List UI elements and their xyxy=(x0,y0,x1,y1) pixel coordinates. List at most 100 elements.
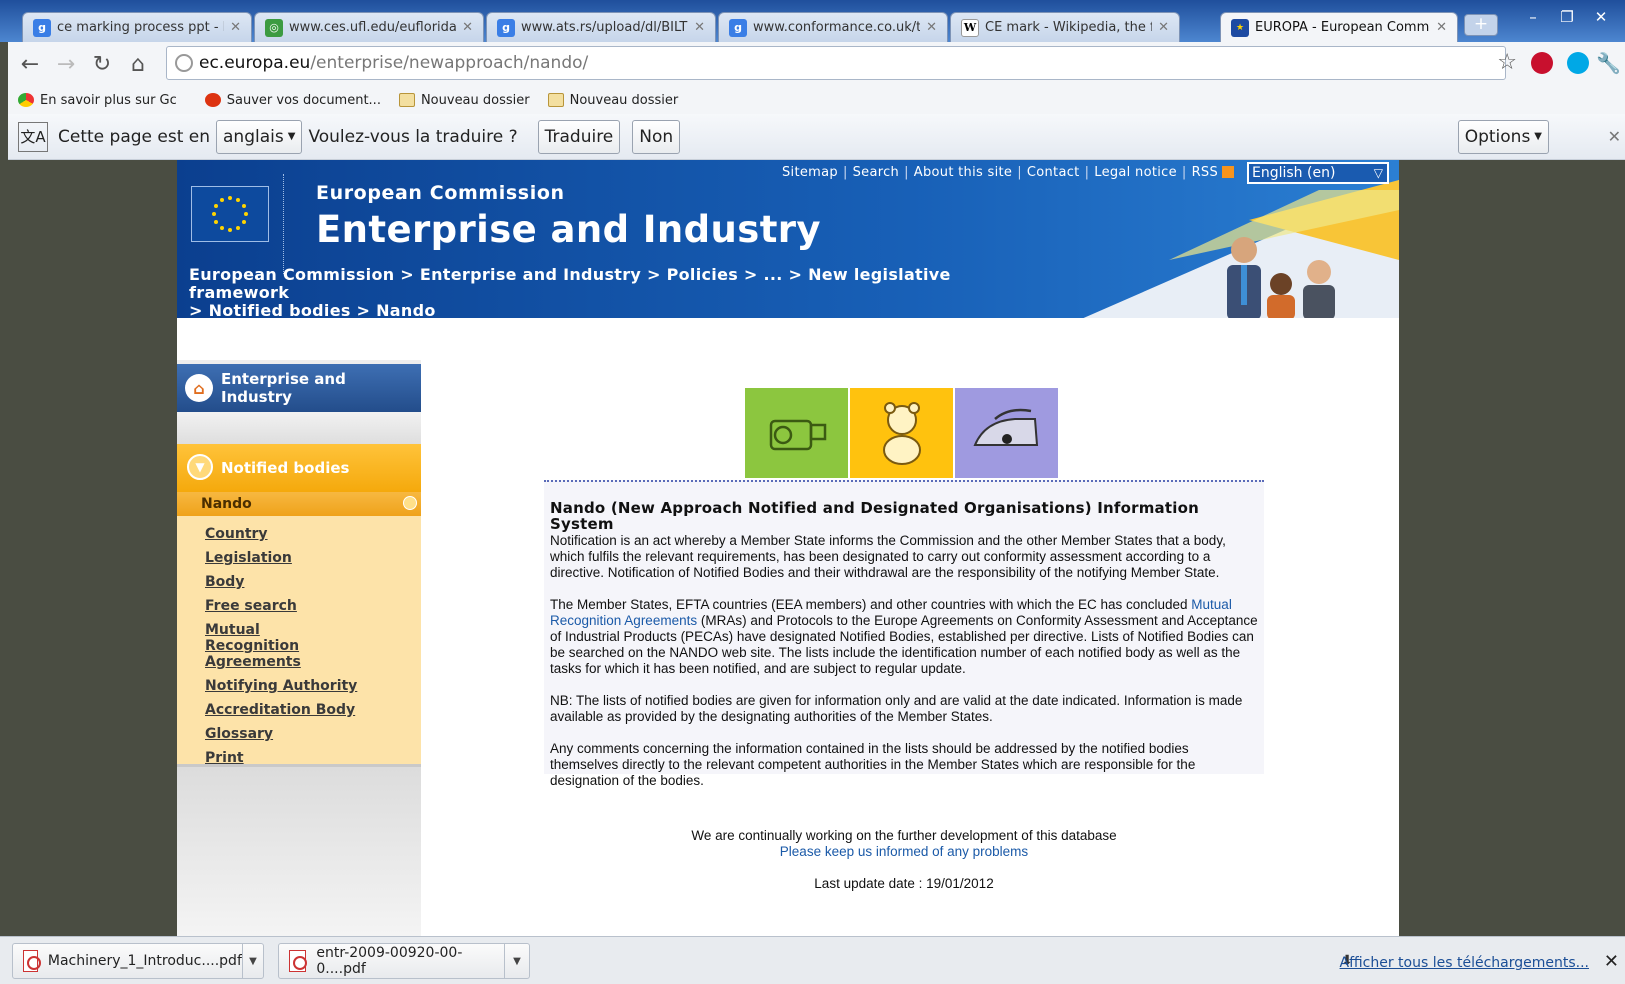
site-banner: Sitemap | Search | About this site | Contac… xyxy=(177,160,1399,318)
banner-divider xyxy=(283,174,284,274)
translate-button[interactable]: Traduire xyxy=(537,119,621,154)
section-bullet-icon: ▼ xyxy=(187,454,213,480)
sidebar-section-notified-bodies[interactable]: ▼ Notified bodies xyxy=(177,444,421,492)
sidebar-link-notifying-authority[interactable]: Notifying Authority xyxy=(205,678,421,694)
house-icon: ⌂ xyxy=(185,374,213,402)
page-footer: We are continually working on the furthe… xyxy=(544,828,1264,892)
camcorder-image xyxy=(745,388,848,478)
report-problems-link[interactable]: Please keep us informed of any problems xyxy=(780,844,1028,859)
minimize-icon[interactable]: – xyxy=(1519,8,1547,28)
product-pictograms xyxy=(745,388,1058,478)
org-title[interactable]: European Commission xyxy=(316,182,565,204)
bookmark-item[interactable]: Sauver vos document... xyxy=(204,93,381,108)
download-item[interactable]: Machinery_1_Introduc....pdf ▼ xyxy=(12,943,264,979)
bookmark-folder[interactable]: Nouveau dossier xyxy=(547,93,678,108)
teddy-bear-image xyxy=(850,388,953,478)
chevron-down-icon: ▼ xyxy=(287,131,296,142)
paragraph-comments: Any comments concerning the information … xyxy=(550,741,1196,788)
globe-icon xyxy=(175,54,193,72)
chevron-down-icon: ▼ xyxy=(1534,131,1542,142)
translate-infobar: 文A Cette page est en anglais ▼ Voulez-vou… xyxy=(8,114,1625,160)
no-translate-button[interactable]: Non xyxy=(632,119,681,154)
google-favicon-icon: g xyxy=(729,18,747,37)
page-viewport: Sitemap | Search | About this site | Contac… xyxy=(8,160,1625,936)
back-arrow-icon[interactable]: ← xyxy=(12,46,48,82)
sidebar-subsection-nando[interactable]: Nando xyxy=(177,492,421,516)
eu-flag-logo[interactable] xyxy=(191,186,269,242)
banner-people-image xyxy=(1083,180,1399,318)
close-icon[interactable]: ✕ xyxy=(926,20,937,35)
tab-conformance[interactable]: g www.conformance.co.uk/tra ✕ xyxy=(718,12,948,42)
subsection-bullet-icon xyxy=(403,496,417,510)
help-icon xyxy=(204,93,221,107)
sidebar-link-legislation[interactable]: Legislation xyxy=(205,550,421,566)
paragraph-mra: The Member States, EFTA countries (EEA m… xyxy=(550,597,1258,676)
translate-options-button[interactable]: Options ▼ xyxy=(1457,119,1549,154)
sidebar-link-body[interactable]: Body xyxy=(205,574,421,590)
rss-icon[interactable] xyxy=(1222,166,1234,178)
download-item[interactable]: entr-2009-00920-00-0....pdf ▼ xyxy=(278,943,530,979)
close-icon[interactable]: ✕ xyxy=(230,20,241,35)
new-tab-button[interactable]: + xyxy=(1464,14,1498,36)
sidebar-home-link[interactable]: ⌂ Enterprise and Industry xyxy=(177,360,421,412)
eu-stars-icon xyxy=(212,196,248,232)
sidebar-link-mra[interactable]: Mutual Recognition Agreements xyxy=(205,622,355,670)
sitemap-link[interactable]: Sitemap xyxy=(782,165,838,180)
search-link[interactable]: Search xyxy=(853,165,899,180)
left-navigation: ⌂ Enterprise and Industry ▼ Notified bod… xyxy=(177,360,421,936)
sidebar-link-country[interactable]: Country xyxy=(205,526,421,542)
rss-link[interactable]: RSS xyxy=(1192,165,1218,180)
page-title: Nando (New Approach Notified and Designa… xyxy=(550,499,1199,533)
translate-icon: 文A xyxy=(18,121,48,152)
tab-ces-ufl[interactable]: ◎ www.ces.ufl.edu/euflorida/d ✕ xyxy=(254,12,484,42)
breadcrumb-line[interactable]: > Notified bodies > Nando xyxy=(189,302,1019,319)
paragraph-nb: NB: The lists of notified bodies are giv… xyxy=(550,693,1243,724)
address-bar[interactable]: ec.europa.eu/enterprise/newapproach/nand… xyxy=(166,46,1506,80)
bookmark-star-icon[interactable]: ☆ xyxy=(1497,50,1517,75)
breadcrumb-line[interactable]: European Commission > Enterprise and Ind… xyxy=(189,266,1019,302)
close-infobar-icon[interactable]: ✕ xyxy=(1608,127,1621,146)
sidebar-spacer xyxy=(177,412,421,444)
wrench-icon[interactable]: 🔧 xyxy=(1596,51,1621,75)
sidebar-link-glossary[interactable]: Glossary xyxy=(205,726,421,742)
paragraph-notification: Notification is an act whereby a Member … xyxy=(550,533,1226,580)
show-all-downloads-link[interactable]: Afficher tous les téléchargements... xyxy=(1340,955,1589,971)
tab-wikipedia[interactable]: W CE mark - Wikipedia, the free ✕ xyxy=(950,12,1180,42)
tab-europa[interactable]: ★ EUROPA - European Commiss ✕ xyxy=(1220,12,1458,42)
legal-notice-link[interactable]: Legal notice xyxy=(1094,165,1177,180)
nando-description: Nando (New Approach Notified and Designa… xyxy=(544,480,1264,788)
close-shelf-icon[interactable]: ✕ xyxy=(1604,951,1619,972)
bookmarks-bar: En savoir plus sur Gc Sauver vos documen… xyxy=(8,86,1625,114)
close-icon[interactable]: ✕ xyxy=(1158,20,1169,35)
chevron-down-icon[interactable]: ▼ xyxy=(241,944,263,978)
skype-extension-icon[interactable] xyxy=(1567,52,1589,74)
close-window-icon[interactable]: ✕ xyxy=(1587,8,1615,28)
language-select[interactable]: English (en) ▽ xyxy=(1247,162,1389,184)
restore-icon[interactable]: ❐ xyxy=(1553,8,1581,28)
contact-link[interactable]: Contact xyxy=(1027,165,1080,180)
utility-links: Sitemap | Search | About this site | Contac… xyxy=(782,165,1234,180)
dg-title[interactable]: Enterprise and Industry xyxy=(316,208,821,251)
close-icon[interactable]: ✕ xyxy=(462,20,473,35)
close-icon[interactable]: ✕ xyxy=(1436,20,1447,35)
chevron-down-icon[interactable]: ▼ xyxy=(504,944,529,978)
bookmark-folder[interactable]: Nouveau dossier xyxy=(398,93,530,108)
tab-ce-marking[interactable]: g ce marking process ppt - Rech ✕ xyxy=(22,12,252,42)
eu-flag-favicon-icon: ★ xyxy=(1231,18,1249,37)
close-icon[interactable]: ✕ xyxy=(694,20,705,35)
google-favicon-icon: g xyxy=(33,18,51,37)
about-link[interactable]: About this site xyxy=(914,165,1012,180)
tab-ats[interactable]: g www.ats.rs/upload/dl/BILTEN ✕ xyxy=(486,12,716,42)
europa-page: Sitemap | Search | About this site | Contac… xyxy=(177,160,1399,936)
sidebar-link-accreditation-body[interactable]: Accreditation Body xyxy=(205,702,421,718)
extension-red-icon[interactable] xyxy=(1531,52,1553,74)
sidebar-link-free-search[interactable]: Free search xyxy=(205,598,421,614)
forward-arrow-icon[interactable]: → xyxy=(48,46,84,82)
home-icon[interactable]: ⌂ xyxy=(120,46,156,82)
language-dropdown[interactable]: anglais ▼ xyxy=(216,119,303,154)
download-shelf: Machinery_1_Introduc....pdf ▼ entr-2009-… xyxy=(0,936,1625,984)
bookmark-item[interactable]: En savoir plus sur Gc xyxy=(18,93,177,108)
development-note: We are continually working on the furthe… xyxy=(691,828,1117,843)
reload-icon[interactable]: ↻ xyxy=(84,46,120,82)
chevron-down-icon: ▽ xyxy=(1373,166,1383,180)
